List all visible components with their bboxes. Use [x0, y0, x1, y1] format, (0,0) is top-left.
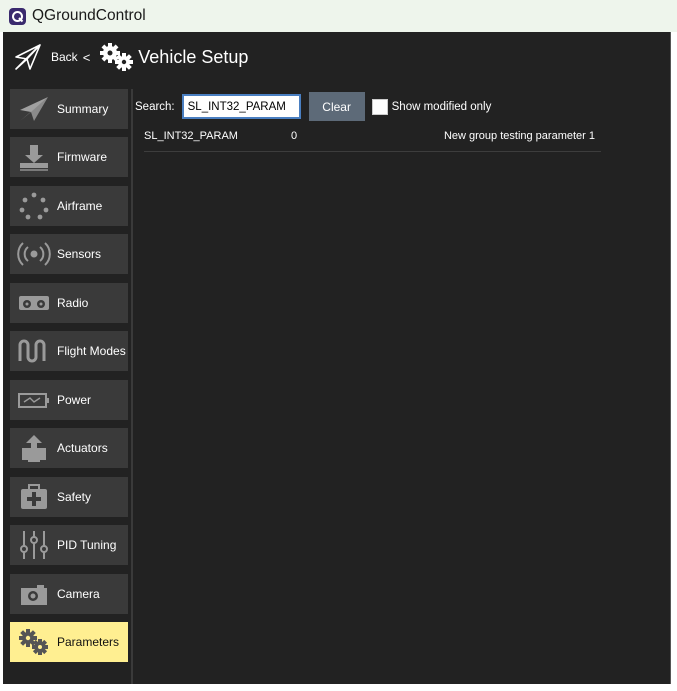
- battery-icon: [18, 393, 49, 408]
- qgroundcontrol-logo-icon: [9, 7, 26, 25]
- sidebar-item-label: Safety: [57, 490, 92, 504]
- param-name: SL_INT32_PARAM: [144, 130, 238, 142]
- page-title: Vehicle Setup: [138, 46, 249, 67]
- sliders-icon: [20, 531, 48, 559]
- sidebar-item-label: Radio: [57, 296, 89, 310]
- show-modified-only-label: Show modified only: [391, 100, 492, 113]
- param-description: New group testing parameter 1: [443, 130, 595, 142]
- sidebar-item-summary[interactable]: Summary: [10, 89, 128, 129]
- param-value: 0: [291, 130, 298, 142]
- sidebar-item-power[interactable]: Power: [10, 380, 128, 420]
- toolbar: Back < Vehicle Setup: [3, 32, 670, 82]
- sidebar-item-label: Airframe: [57, 199, 103, 213]
- camera-icon: [21, 585, 47, 605]
- radio-waves-icon: [17, 242, 51, 266]
- sidebar-item-parameters[interactable]: Parameters: [10, 622, 128, 662]
- sidebar-item-actuators[interactable]: Actuators: [10, 428, 128, 468]
- sidebar-item-camera[interactable]: Camera: [10, 574, 128, 614]
- sidebar-item-sensors[interactable]: Sensors: [10, 234, 128, 274]
- clear-button[interactable]: Clear: [308, 92, 365, 121]
- show-modified-only-checkbox[interactable]: [371, 98, 388, 115]
- search-input[interactable]: [181, 94, 301, 119]
- search-label: Search:: [135, 100, 175, 113]
- gears-icon: [100, 43, 134, 71]
- back-button[interactable]: Back: [51, 50, 78, 64]
- sidebar-item-pid-tuning[interactable]: PID Tuning: [10, 525, 128, 565]
- sidebar-item-airframe[interactable]: Airframe: [10, 186, 128, 226]
- sidebar-item-safety[interactable]: Safety: [10, 477, 128, 517]
- airframe-icon: [19, 192, 49, 220]
- actuator-icon: [22, 435, 46, 462]
- sidebar-item-radio[interactable]: Radio: [10, 283, 128, 323]
- window-title: QGroundControl: [32, 7, 146, 24]
- waveform-icon: [18, 339, 46, 363]
- paper-plane-icon[interactable]: [13, 42, 43, 72]
- sidebar-item-label: Parameters: [57, 635, 120, 649]
- sidebar-item-label: Summary: [57, 102, 109, 116]
- back-separator: <: [82, 49, 91, 65]
- sidebar-item-label: Firmware: [57, 150, 107, 164]
- sidebar-item-label: Flight Modes: [57, 344, 126, 358]
- sidebar-item-label: Camera: [57, 587, 100, 601]
- paper-plane-icon: [20, 97, 48, 121]
- sidebar-item-firmware[interactable]: Firmware: [10, 137, 128, 177]
- sidebar-item-label: Actuators: [57, 441, 108, 455]
- search-bar: Search: Clear Show modified only: [135, 92, 491, 121]
- download-icon: [20, 145, 48, 171]
- sidebar-item-label: Power: [57, 393, 92, 407]
- first-aid-icon: [21, 484, 47, 509]
- param-row[interactable]: SL_INT32_PARAM 0 New group testing param…: [144, 124, 601, 152]
- app-content: Back < Vehicle Setup Summary Firmware Ai…: [3, 32, 671, 684]
- sidebar-item-label: PID Tuning: [57, 538, 117, 552]
- window-titlebar: QGroundControl: [0, 0, 677, 32]
- sidebar-item-label: Sensors: [57, 247, 102, 261]
- gears-icon: [19, 629, 48, 655]
- sidebar-item-flight-modes[interactable]: Flight Modes: [10, 331, 128, 371]
- sidebar-divider: [131, 89, 133, 684]
- radio-controller-icon: [19, 296, 49, 310]
